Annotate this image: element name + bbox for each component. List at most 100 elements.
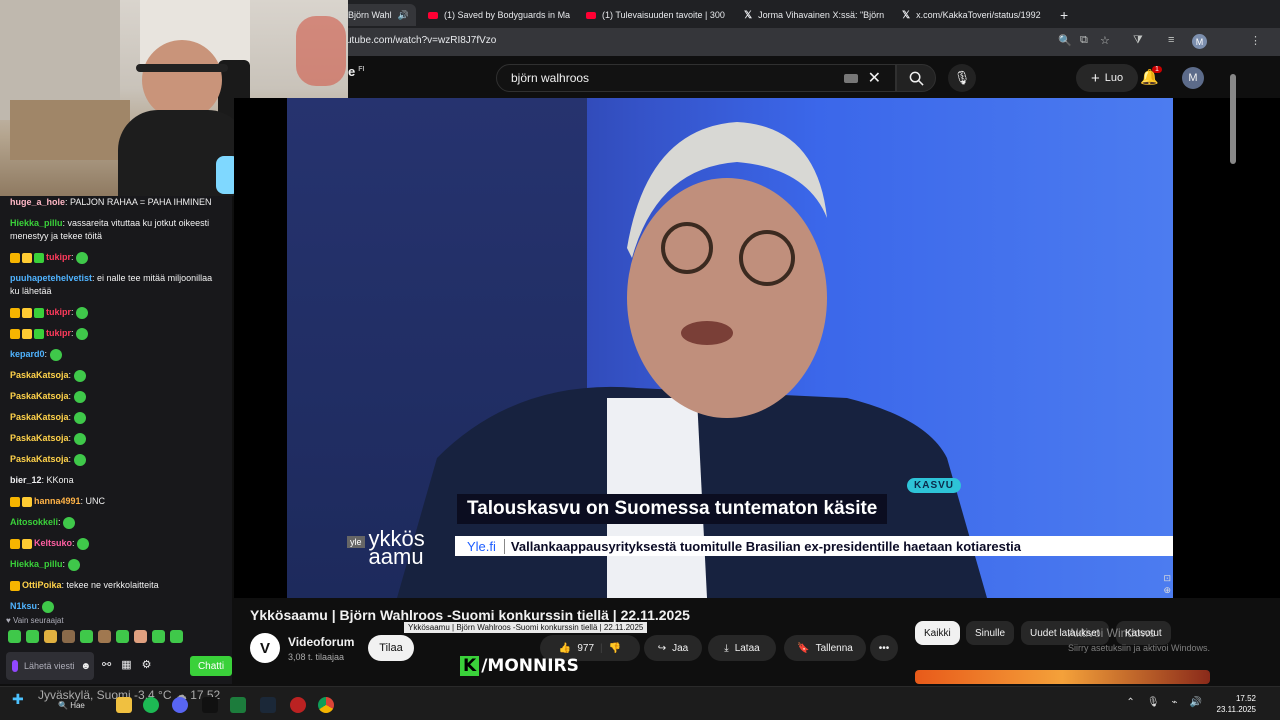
tab-4[interactable]: 𝕏 Jorma Vihavainen X:ssä: "Björn ✕ bbox=[736, 4, 888, 26]
pepe-emote-icon[interactable] bbox=[76, 306, 89, 319]
pepe-emote-icon[interactable] bbox=[73, 453, 86, 466]
emote-icon[interactable] bbox=[116, 630, 129, 643]
emote-icon[interactable] bbox=[8, 630, 21, 643]
bits-icon[interactable] bbox=[12, 660, 18, 672]
emote-icon[interactable] bbox=[80, 630, 93, 643]
zoom-icon[interactable]: 🔍 bbox=[1058, 34, 1072, 47]
speaker-icon[interactable]: 🔊 bbox=[398, 10, 409, 21]
chat-badge-icon[interactable] bbox=[10, 252, 20, 263]
like-count[interactable]: 977 bbox=[577, 643, 594, 654]
pepe-emote-icon[interactable] bbox=[49, 348, 62, 361]
chip-for-you[interactable]: Sinulle bbox=[966, 621, 1015, 645]
chat-username[interactable]: OttiPoika bbox=[22, 580, 62, 590]
chat-send-button[interactable]: Chatti bbox=[190, 656, 232, 676]
search-button[interactable] bbox=[896, 64, 936, 92]
keyboard-icon[interactable] bbox=[843, 73, 858, 83]
chat-username[interactable]: PaskaKatsoja bbox=[10, 412, 69, 422]
download-button[interactable]: ⤓ Lataa bbox=[708, 635, 776, 661]
recommended-thumbnail[interactable] bbox=[915, 670, 1210, 684]
file-explorer-icon[interactable] bbox=[116, 697, 132, 713]
url-field[interactable]: utube.com/watch?v=wzRI8J7fVzo bbox=[346, 35, 496, 46]
finland-flag-icon[interactable]: ✚ bbox=[12, 691, 24, 708]
chip-all[interactable]: Kaikki bbox=[915, 621, 960, 645]
chrome-icon[interactable] bbox=[318, 697, 334, 713]
youtube-logo[interactable]: e FI bbox=[348, 64, 364, 79]
gift-icon[interactable]: ▦ bbox=[121, 658, 131, 671]
x-app-icon[interactable] bbox=[202, 697, 218, 713]
chevron-up-icon[interactable]: ⌃ bbox=[1126, 697, 1134, 708]
pepe-emote-icon[interactable] bbox=[73, 411, 86, 424]
chat-badge-icon[interactable] bbox=[22, 538, 32, 549]
chat-badge-icon[interactable] bbox=[22, 307, 32, 318]
chat-username[interactable]: N1ksu bbox=[10, 601, 37, 611]
chat-username[interactable]: Keltsuko bbox=[34, 538, 72, 548]
microphone-tray-icon[interactable]: 🎙 bbox=[1147, 697, 1160, 708]
chat-badge-icon[interactable] bbox=[22, 496, 32, 507]
video-player[interactable]: KASVU Talouskasvu on Suomessa tuntematon… bbox=[287, 98, 1173, 598]
thumbs-down-icon[interactable]: 👎 bbox=[609, 643, 621, 654]
close-tab-icon[interactable]: ✕ bbox=[415, 9, 416, 22]
account-avatar[interactable]: M bbox=[1182, 67, 1204, 89]
obs-icon[interactable] bbox=[290, 697, 306, 713]
profile-avatar[interactable]: M bbox=[1192, 34, 1207, 49]
media-controls-icon[interactable]: ≡ bbox=[1168, 34, 1174, 46]
chat-username[interactable]: PaskaKatsoja bbox=[10, 391, 69, 401]
network-icon[interactable]: ⌁ bbox=[1172, 697, 1178, 708]
chat-username[interactable]: bier_12 bbox=[10, 475, 42, 485]
notepad-icon[interactable] bbox=[230, 697, 246, 713]
pepe-emote-icon[interactable] bbox=[73, 369, 86, 382]
install-icon[interactable]: ⧉ bbox=[1080, 34, 1088, 47]
emote-picker-icon[interactable]: ☻ bbox=[81, 661, 92, 672]
emote-icon[interactable] bbox=[152, 630, 165, 643]
create-button[interactable]: + Luo bbox=[1076, 64, 1138, 92]
share-round-icon[interactable]: ⊕ bbox=[1163, 584, 1171, 596]
chat-badge-icon[interactable] bbox=[34, 307, 44, 318]
pepe-emote-icon[interactable] bbox=[42, 600, 55, 613]
menu-kebab-icon[interactable]: ⋮ bbox=[1250, 34, 1261, 47]
search-input[interactable]: björn walhroos ✕ bbox=[496, 64, 896, 92]
share-button[interactable]: ↪ Jaa bbox=[644, 635, 702, 661]
chat-username[interactable]: Hiekka_pillu bbox=[10, 559, 63, 569]
steam-icon[interactable] bbox=[260, 697, 276, 713]
voice-search-button[interactable]: 🎙 bbox=[948, 64, 976, 92]
discord-icon[interactable] bbox=[172, 697, 188, 713]
pepe-emote-icon[interactable] bbox=[77, 537, 90, 550]
save-button[interactable]: 🔖 Tallenna bbox=[784, 635, 866, 661]
fit-screen-icon[interactable]: ⊡ bbox=[1163, 572, 1171, 584]
chat-username[interactable]: PaskaKatsoja bbox=[10, 433, 69, 443]
emote-icon[interactable] bbox=[98, 630, 111, 643]
more-actions-button[interactable]: ••• bbox=[870, 635, 898, 661]
pepe-emote-icon[interactable] bbox=[76, 327, 89, 340]
channel-avatar[interactable]: V bbox=[250, 633, 280, 663]
channel-points-icon[interactable]: ⚯ bbox=[102, 658, 111, 671]
spotify-icon[interactable] bbox=[143, 697, 159, 713]
tab-active[interactable]: Björn Wahl 🔊 ✕ bbox=[340, 4, 416, 26]
page-scrollbar[interactable] bbox=[1228, 60, 1238, 680]
chat-username[interactable]: PaskaKatsoja bbox=[10, 370, 69, 380]
pepe-emote-icon[interactable] bbox=[73, 432, 86, 445]
emote-icon[interactable] bbox=[26, 630, 39, 643]
extensions-icon[interactable]: ⧩ bbox=[1133, 34, 1143, 47]
chat-badge-icon[interactable] bbox=[34, 252, 44, 263]
chat-settings-icon[interactable]: ⚙ bbox=[142, 658, 152, 671]
volume-icon[interactable]: 🔊 bbox=[1190, 697, 1202, 708]
emote-icon[interactable] bbox=[62, 630, 75, 643]
chat-badge-icon[interactable] bbox=[10, 538, 20, 549]
chat-username[interactable]: tukipr bbox=[46, 307, 71, 317]
pepe-emote-icon[interactable] bbox=[76, 251, 89, 264]
taskbar-clock[interactable]: 17.52 23.11.2025 bbox=[1217, 693, 1256, 715]
chat-badge-icon[interactable] bbox=[10, 328, 20, 339]
chat-message-input[interactable]: Lähetä viesti ☻ bbox=[6, 652, 94, 680]
emote-icon[interactable] bbox=[170, 630, 183, 643]
chat-username[interactable]: Aitosokkeli bbox=[10, 517, 58, 527]
tab-2[interactable]: (1) Saved by Bodyguards in Ma ✕ bbox=[420, 4, 570, 26]
chat-username[interactable]: kepard0 bbox=[10, 349, 45, 359]
chat-username[interactable]: puuhapetehelvetist bbox=[10, 273, 92, 283]
emote-icon[interactable] bbox=[44, 630, 57, 643]
chat-username[interactable]: PaskaKatsoja bbox=[10, 454, 69, 464]
tab-3[interactable]: (1) Tulevaisuuden tavoite | 300 ✕ bbox=[578, 4, 728, 26]
chat-badge-icon[interactable] bbox=[10, 307, 20, 318]
thumbs-up-icon[interactable]: 👍 bbox=[559, 643, 571, 654]
chat-username[interactable]: hanna4991 bbox=[34, 496, 81, 506]
chat-badge-icon[interactable] bbox=[10, 580, 20, 591]
